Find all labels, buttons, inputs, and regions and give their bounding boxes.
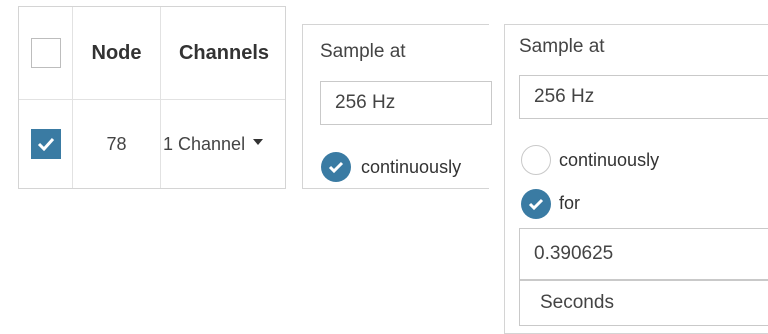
checkmark-icon [37,137,54,151]
row-checkbox[interactable] [30,129,61,159]
sample-rate-input[interactable]: 256 Hz [320,81,492,125]
sample-at-label: Sample at [519,36,605,57]
checkmark-icon [328,161,344,173]
caret-down-icon [253,139,264,145]
sample-at-label: Sample at [320,41,406,62]
duration-input[interactable]: 0.390625 [519,228,768,280]
sample-settings-duration: Sample at 256 Hz continuously for 0.3906… [504,24,768,334]
node-table: Node Channels 78 1 Channel [18,6,286,189]
checkmark-icon [528,198,544,210]
duration-unit-select[interactable]: Seconds [519,280,768,326]
continuously-label[interactable]: continuously [559,150,659,171]
for-label[interactable]: for [559,193,580,214]
node-value: 78 [106,133,127,154]
continuously-label[interactable]: continuously [361,157,461,178]
node-column-header[interactable]: Node [73,7,160,99]
channels-column-header[interactable]: Channels [161,7,287,99]
sample-rate-input[interactable]: 256 Hz [519,75,768,119]
for-radio[interactable] [521,189,551,219]
select-all-cell [19,7,72,99]
select-all-checkbox[interactable] [30,38,61,68]
continuously-radio[interactable] [521,145,551,175]
channels-dropdown-value: 1 Channel [163,133,246,154]
channels-dropdown[interactable]: 1 Channel [161,99,289,189]
row-select-cell [19,99,72,189]
continuously-radio[interactable] [321,152,351,182]
sample-settings-continuous: Sample at 256 Hz continuously [302,24,492,189]
